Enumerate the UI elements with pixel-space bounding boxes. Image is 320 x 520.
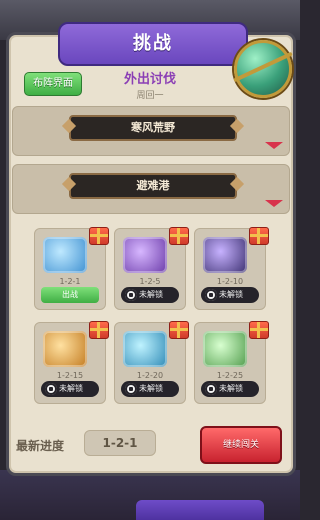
gift-box-icon[interactable]	[169, 321, 189, 339]
lock-icon	[205, 289, 217, 301]
globe-icon[interactable]	[234, 40, 292, 98]
monster-portrait	[123, 331, 167, 367]
gift-box-icon[interactable]	[169, 227, 189, 245]
formation-button[interactable]: 布阵界面	[24, 72, 82, 96]
gift-box-icon[interactable]	[89, 227, 109, 245]
monster-portrait	[43, 331, 87, 367]
gift-box-icon[interactable]	[89, 321, 109, 339]
stage-level: 1-2-5	[139, 277, 161, 286]
bottom-tab[interactable]	[136, 500, 264, 520]
monster-portrait	[203, 331, 247, 367]
stage-card[interactable]: 1-2-1 出战	[34, 227, 109, 310]
stage-subtitle: 周回一	[136, 91, 164, 101]
status-label: 未解锁	[59, 384, 83, 393]
section-label: 避难港	[69, 173, 237, 199]
stage-level: 1-2-20	[136, 371, 164, 380]
stage-grid: 1-2-1 出战 1-2-5 未解锁 1-2-10 未解锁 1-2-15 未解锁…	[24, 222, 276, 406]
status-label: 未解锁	[139, 290, 163, 299]
stage-card[interactable]: 1-2-25 未解锁	[194, 321, 269, 404]
stage-card[interactable]: 1-2-15 未解锁	[34, 321, 109, 404]
status-label: 未解锁	[219, 384, 243, 393]
section-refuge-harbor[interactable]: 避难港	[12, 164, 290, 214]
locked-badge: 未解锁	[41, 381, 99, 397]
monster-portrait	[123, 237, 167, 273]
status-label: 出战	[62, 290, 78, 299]
status-label: 未解锁	[139, 384, 163, 393]
stage-level: 1-2-10	[216, 277, 244, 286]
monster-portrait	[43, 237, 87, 273]
section-label: 寒风荒野	[69, 115, 237, 141]
locked-badge: 未解锁	[201, 287, 259, 303]
progress-value: 1-2-1	[84, 430, 156, 456]
locked-badge: 未解锁	[121, 381, 179, 397]
page-title: 挑战	[58, 22, 248, 66]
gift-box-icon[interactable]	[249, 227, 269, 245]
gift-box-icon[interactable]	[249, 321, 269, 339]
locked-badge: 未解锁	[201, 381, 259, 397]
stage-card[interactable]: 1-2-20 未解锁	[114, 321, 189, 404]
lock-icon	[205, 383, 217, 395]
expand-caret-icon[interactable]	[265, 142, 283, 149]
lock-icon	[125, 383, 137, 395]
stage-level: 1-2-1	[59, 277, 81, 286]
lock-icon	[125, 289, 137, 301]
stage-level: 1-2-15	[56, 371, 84, 380]
stage-level: 1-2-25	[216, 371, 244, 380]
status-label: 未解锁	[219, 290, 243, 299]
progress-label: 最新进度	[16, 439, 65, 453]
expand-caret-icon[interactable]	[265, 200, 283, 207]
monster-portrait	[203, 237, 247, 273]
stage-card[interactable]: 1-2-5 未解锁	[114, 227, 189, 310]
continue-button[interactable]: 继续闯关	[200, 426, 282, 464]
section-cold-wilderness[interactable]: 寒风荒野	[12, 106, 290, 156]
stage-card[interactable]: 1-2-10 未解锁	[194, 227, 269, 310]
stage-title: 外出讨伐	[123, 72, 176, 87]
locked-badge: 未解锁	[121, 287, 179, 303]
battle-button[interactable]: 出战	[41, 287, 99, 303]
lock-icon	[45, 383, 57, 395]
